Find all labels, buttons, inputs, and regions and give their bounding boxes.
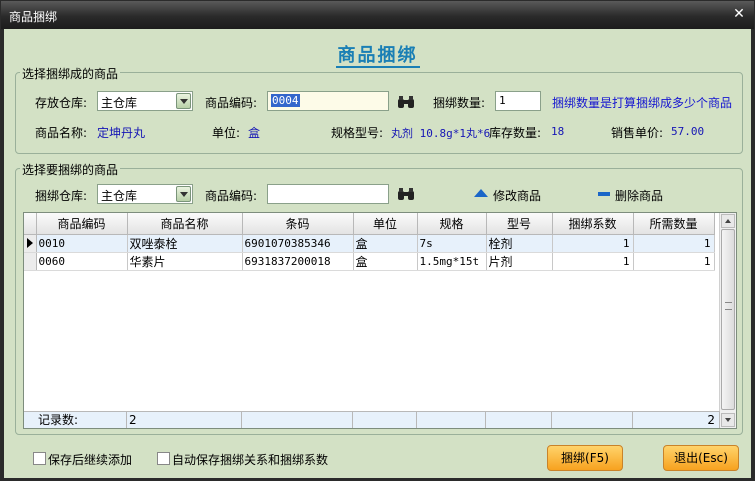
name-label: 商品名称:	[35, 126, 88, 140]
component-code-label: 商品编码:	[205, 189, 258, 203]
column-header[interactable]: 条码	[242, 213, 354, 235]
bundle-warehouse-label: 捆绑仓库:	[35, 189, 88, 203]
stock-label: 库存数量:	[489, 126, 542, 140]
footer-cell	[552, 412, 633, 428]
window-frame-right	[751, 29, 754, 480]
warehouse-select[interactable]: 主仓库	[97, 91, 193, 111]
spec-value: 丸剂 10.8g*1丸*6	[391, 127, 491, 140]
window-title: 商品捆绑	[9, 10, 58, 24]
cell-code[interactable]: 0010	[36, 234, 128, 253]
footer-cell	[353, 412, 417, 428]
bundle-target-group	[15, 72, 743, 154]
binoculars-icon[interactable]	[397, 187, 415, 201]
scroll-down-icon[interactable]	[721, 413, 735, 427]
spec-label: 规格型号:	[331, 126, 384, 140]
component-code-input[interactable]	[267, 184, 389, 204]
cell-unit[interactable]: 盒	[353, 234, 418, 253]
binoculars-icon[interactable]	[397, 95, 415, 109]
grid-table: 商品编码 商品名称 条码 单位 规格 型号 捆绑系数 所需数量 0010 双唑泰…	[24, 213, 715, 271]
cell-factor[interactable]: 1	[552, 234, 634, 253]
auto-save-checkbox[interactable]	[157, 452, 170, 465]
keep-adding-checkbox[interactable]	[33, 452, 46, 465]
row-indicator	[24, 252, 37, 271]
chevron-down-icon[interactable]	[176, 186, 191, 202]
vertical-scrollbar[interactable]	[719, 213, 736, 428]
code-input[interactable]: 0004	[267, 91, 389, 111]
price-label: 销售单价:	[611, 126, 664, 140]
table-row[interactable]: 0010 双唑泰栓 6901070385346 盒 7s 栓剂 1 1	[24, 234, 715, 253]
cell-unit[interactable]: 盒	[353, 252, 418, 271]
column-header[interactable]: 商品编码	[36, 213, 128, 235]
column-header[interactable]: 规格	[417, 213, 487, 235]
cell-spec[interactable]: 1.5mg*15t	[417, 252, 487, 271]
price-value: 57.00	[671, 125, 705, 138]
bundle-dialog: 商品捆绑 ✕ 商品捆绑 选择捆绑成的商品 存放仓库: 主仓库 商品编码: 000…	[0, 0, 755, 481]
triangle-up-icon[interactable]	[474, 189, 488, 197]
scroll-thumb[interactable]	[721, 229, 735, 410]
cell-code[interactable]: 0060	[36, 252, 128, 271]
footer-cell	[417, 412, 486, 428]
record-count-label: 记录数:	[24, 412, 127, 428]
window-frame-left	[1, 29, 4, 480]
current-row-indicator	[24, 234, 37, 253]
grid-header: 商品编码 商品名称 条码 单位 规格 型号 捆绑系数 所需数量	[24, 213, 715, 235]
component-grid[interactable]: 商品编码 商品名称 条码 单位 规格 型号 捆绑系数 所需数量 0010 双唑泰…	[23, 212, 737, 429]
cell-name[interactable]: 华素片	[127, 252, 243, 271]
cell-barcode[interactable]: 6901070385346	[242, 234, 354, 253]
qty-hint: 捆绑数量是打算捆绑成多少个商品	[552, 96, 733, 110]
record-count-value: 2	[127, 412, 242, 428]
page-title: 商品捆绑	[335, 45, 420, 68]
bundle-warehouse-select[interactable]: 主仓库	[97, 184, 193, 204]
unit-label: 单位:	[212, 126, 241, 140]
footer-cell	[242, 412, 353, 428]
row-indicator-header	[24, 213, 37, 235]
stock-value: 18	[551, 125, 565, 138]
cell-need[interactable]: 1	[633, 252, 715, 271]
modify-item-button[interactable]: 修改商品	[493, 187, 541, 204]
unit-value: 盒	[248, 126, 261, 140]
window-frame-bottom	[1, 478, 754, 480]
title-bar: 商品捆绑 ✕	[1, 1, 754, 29]
cell-barcode[interactable]: 6931837200018	[242, 252, 354, 271]
footer-total: 2	[633, 412, 720, 428]
row-pointer-icon	[27, 237, 33, 248]
bundle-target-legend: 选择捆绑成的商品	[20, 65, 121, 82]
close-icon[interactable]: ✕	[732, 7, 746, 21]
qty-input[interactable]: 1	[495, 91, 541, 111]
grid-footer: 记录数: 2 2	[24, 411, 720, 428]
table-row[interactable]: 0060 华素片 6931837200018 盒 1.5mg*15t 片剂 1 …	[24, 252, 715, 271]
cell-model[interactable]: 栓剂	[486, 234, 553, 253]
cell-spec[interactable]: 7s	[417, 234, 487, 253]
name-value: 定坤丹丸	[97, 126, 146, 140]
cell-name[interactable]: 双唑泰栓	[127, 234, 243, 253]
warehouse-label: 存放仓库:	[35, 96, 88, 110]
exit-button[interactable]: 退出(Esc)	[663, 445, 739, 471]
keep-adding-label[interactable]: 保存后继续添加	[48, 451, 132, 468]
column-header[interactable]: 单位	[353, 213, 418, 235]
column-header[interactable]: 型号	[486, 213, 553, 235]
column-header[interactable]: 所需数量	[633, 213, 715, 235]
qty-label: 捆绑数量:	[433, 96, 486, 110]
component-legend: 选择要捆绑的商品	[20, 161, 121, 178]
scroll-up-icon[interactable]	[721, 214, 735, 228]
cell-factor[interactable]: 1	[552, 252, 634, 271]
column-header[interactable]: 商品名称	[127, 213, 243, 235]
footer-cell	[486, 412, 552, 428]
cell-need[interactable]: 1	[633, 234, 715, 253]
minus-icon[interactable]	[598, 192, 610, 196]
auto-save-label[interactable]: 自动保存捆绑关系和捆绑系数	[172, 451, 328, 468]
code-label: 商品编码:	[205, 96, 258, 110]
cell-model[interactable]: 片剂	[486, 252, 553, 271]
chevron-down-icon[interactable]	[176, 93, 191, 109]
delete-item-button[interactable]: 删除商品	[615, 187, 663, 204]
bundle-button[interactable]: 捆绑(F5)	[547, 445, 623, 471]
column-header[interactable]: 捆绑系数	[552, 213, 634, 235]
